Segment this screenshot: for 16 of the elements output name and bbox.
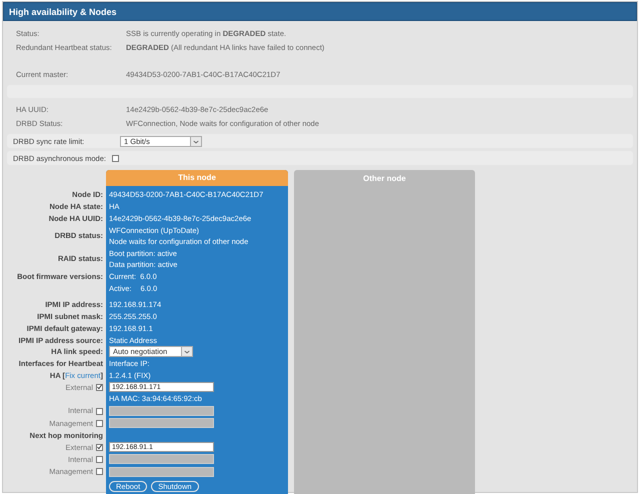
panel-title: High availability & Nodes	[3, 2, 637, 21]
interface-checkbox[interactable]	[96, 420, 103, 427]
caret-icon	[181, 347, 192, 356]
interface-checkbox[interactable]	[96, 444, 103, 451]
ip-input[interactable]	[109, 406, 214, 416]
async-checkbox[interactable]	[112, 154, 119, 162]
node-title: Other node	[363, 174, 406, 185]
interface-checkbox[interactable]	[96, 408, 103, 415]
node-title: This node	[106, 170, 288, 186]
interface-checkbox[interactable]	[96, 384, 103, 391]
ip-input[interactable]	[109, 454, 214, 464]
caret-icon	[190, 136, 201, 146]
ip-input[interactable]	[109, 418, 214, 428]
ip-input[interactable]	[109, 466, 214, 477]
interface-checkbox[interactable]	[96, 456, 103, 463]
interface-checkbox[interactable]	[96, 468, 103, 476]
